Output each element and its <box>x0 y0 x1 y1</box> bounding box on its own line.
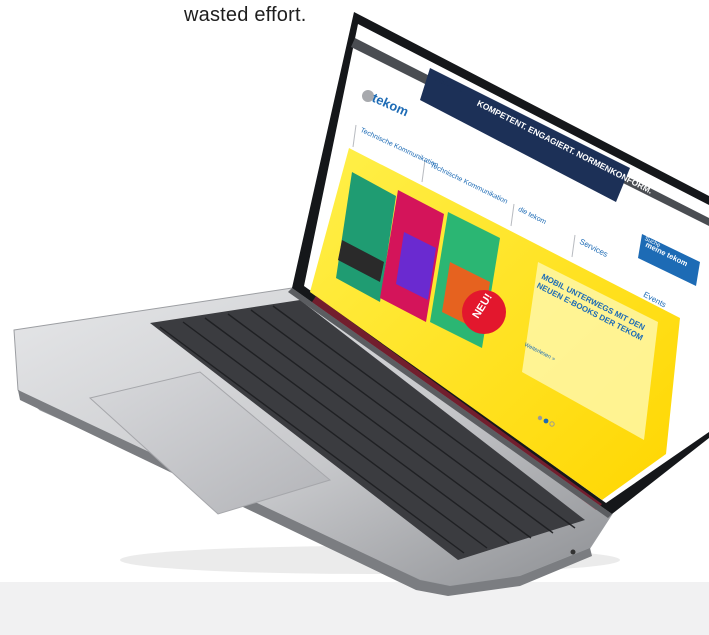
product-photo: wasted effort. tekom ADAPT KOMPETENT. EN… <box>0 0 709 635</box>
headphone-jack <box>570 549 576 555</box>
